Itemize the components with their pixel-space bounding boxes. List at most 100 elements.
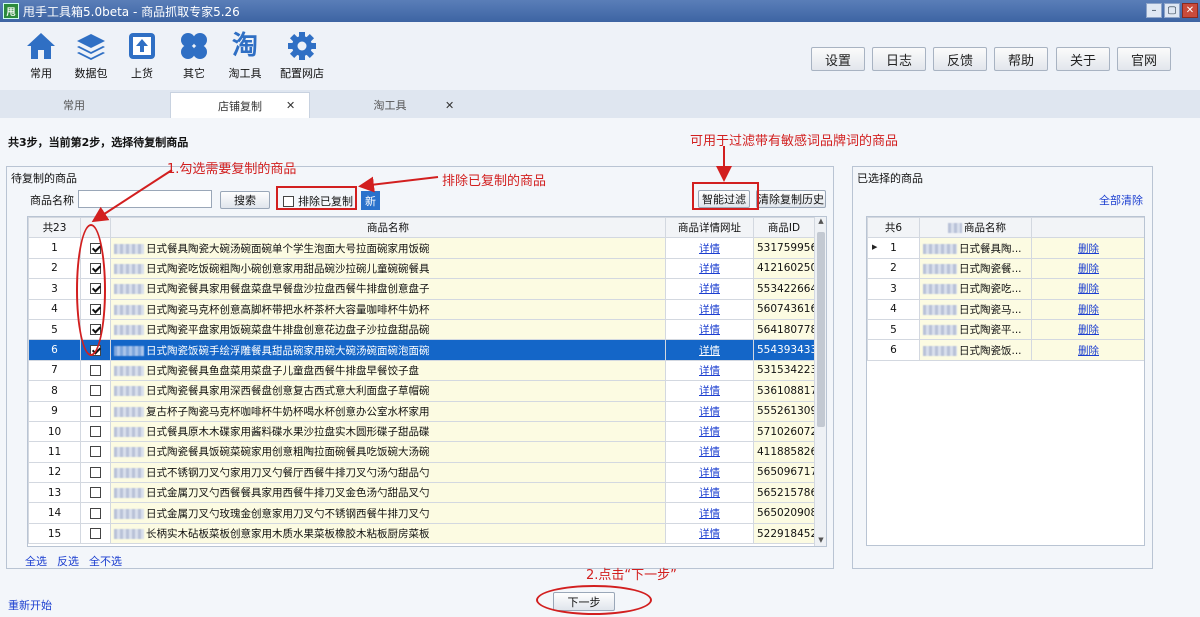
row-checkbox[interactable] bbox=[90, 466, 101, 478]
detail-link[interactable]: 详情 bbox=[699, 406, 720, 418]
close-window-button[interactable]: ✕ bbox=[1182, 3, 1198, 18]
about-button[interactable]: 关于 bbox=[1056, 47, 1110, 71]
delete-link[interactable]: 删除 bbox=[1078, 324, 1099, 336]
selected-name-cell: 日式陶瓷吃... bbox=[919, 278, 1032, 300]
selected-row[interactable]: 3 日式陶瓷吃... 删除 bbox=[867, 278, 1144, 300]
detail-link[interactable]: 详情 bbox=[699, 345, 720, 357]
invert-selection-link[interactable]: 反选 bbox=[57, 553, 79, 569]
detail-url-header[interactable]: 商品详情网址 bbox=[665, 217, 754, 239]
delete-link[interactable]: 删除 bbox=[1078, 283, 1099, 295]
product-id-header[interactable]: 商品ID bbox=[753, 217, 815, 239]
selected-row[interactable]: 4 日式陶瓷马... 删除 bbox=[867, 298, 1144, 320]
table-row[interactable]: 15 长柄实木砧板菜板创意家用木质水果菜板橡胶木粘板厨房菜板 详情 522918452… bbox=[28, 522, 815, 545]
selected-row[interactable]: 2 日式陶瓷餐... 删除 bbox=[867, 257, 1144, 280]
row-number: 4 bbox=[28, 298, 81, 320]
selected-name-header[interactable]: 商品名称 bbox=[919, 217, 1032, 239]
table-row[interactable]: 5 日式陶瓷平盘家用饭碗菜盘牛排盘创意花边盘子沙拉盘甜品碗 详情 5641807787… bbox=[28, 318, 815, 341]
row-checkbox[interactable] bbox=[90, 385, 101, 397]
maximize-button[interactable]: ▢ bbox=[1164, 3, 1180, 18]
table-row[interactable]: 12 日式不锈钢刀叉勺家用刀叉勺餐厅西餐牛排刀叉勺汤勺甜品勺 详情 565096717… bbox=[28, 461, 815, 484]
table-row[interactable]: 10 日式餐具原木木碟家用酱料碟水果沙拉盘实木圆形碟子甜品碟 详情 571026072… bbox=[28, 420, 815, 443]
toolbar-home-button[interactable]: 常用 bbox=[18, 30, 64, 81]
blurred-brand bbox=[114, 529, 144, 540]
row-checkbox[interactable] bbox=[90, 426, 101, 438]
product-name-cell: 日式陶瓷平盘家用饭碗菜盘牛排盘创意花边盘子沙拉盘甜品碗 bbox=[110, 318, 666, 341]
row-checkbox[interactable] bbox=[90, 507, 101, 519]
detail-link[interactable]: 详情 bbox=[699, 467, 720, 479]
table-row[interactable]: 9 复古杯子陶瓷马克杯咖啡杯牛奶杯喝水杯创意办公室水杯家用 详情 5552613095… bbox=[28, 400, 815, 422]
row-checkbox[interactable] bbox=[90, 364, 101, 376]
close-icon[interactable]: ✕ bbox=[286, 99, 295, 112]
detail-link[interactable]: 详情 bbox=[699, 426, 720, 438]
delete-link[interactable]: 删除 bbox=[1078, 243, 1099, 255]
feedback-button[interactable]: 反馈 bbox=[933, 47, 987, 71]
toolbar-config-shop-button[interactable]: 配置网店 bbox=[277, 30, 327, 81]
clear-all-link[interactable]: 全部清除 bbox=[1099, 192, 1143, 208]
detail-link[interactable]: 详情 bbox=[699, 487, 720, 499]
selected-row[interactable]: 5 日式陶瓷平... 删除 bbox=[867, 318, 1144, 341]
row-checkbox[interactable] bbox=[90, 405, 101, 417]
delete-link[interactable]: 删除 bbox=[1078, 263, 1099, 275]
annotation-exclude-rect bbox=[276, 186, 357, 210]
row-number: 7 bbox=[28, 359, 81, 382]
table-row[interactable]: 6 日式陶瓷饭碗手绘浮雕餐具甜品碗家用碗大碗汤碗面碗泡面碗 详情 5543934336… bbox=[28, 339, 815, 361]
toolbar-datapack-button[interactable]: 数据包 bbox=[68, 30, 114, 81]
detail-link[interactable]: 详情 bbox=[699, 304, 720, 316]
restart-link[interactable]: 重新开始 bbox=[8, 597, 52, 613]
table-row[interactable]: 3 日式陶瓷餐具家用餐盘菜盘早餐盘沙拉盘西餐牛排盘创意盘子 详情 5534226643… bbox=[28, 278, 815, 300]
app-logo-icon: 甩 bbox=[3, 3, 19, 19]
layers-icon bbox=[75, 30, 107, 62]
select-all-link[interactable]: 全选 bbox=[25, 553, 47, 569]
table-row[interactable]: 1 日式餐具陶瓷大碗汤碗面碗单个学生泡面大号拉面碗家用饭碗 详情 5317599566… bbox=[28, 237, 815, 259]
product-name-cell: 日式陶瓷餐具家用深西餐盘创意复古西式意大利面盘子草帽碗 bbox=[110, 380, 666, 402]
row-checkbox[interactable] bbox=[90, 446, 101, 458]
delete-link[interactable]: 删除 bbox=[1078, 304, 1099, 316]
selected-row[interactable]: 6 日式陶瓷饭... 删除 bbox=[867, 339, 1144, 361]
selected-row[interactable]: 1 ▶ 日式餐具陶... 删除 bbox=[867, 237, 1144, 259]
help-button[interactable]: 帮助 bbox=[994, 47, 1048, 71]
detail-link[interactable]: 详情 bbox=[699, 324, 720, 336]
row-checkbox[interactable] bbox=[90, 528, 101, 540]
blurred-brand bbox=[114, 447, 144, 458]
detail-link[interactable]: 详情 bbox=[699, 528, 720, 540]
product-name-header[interactable]: 商品名称 bbox=[110, 217, 666, 239]
table-row[interactable]: 7 日式陶瓷餐具鱼盘菜用菜盘子儿童盘西餐牛排盘早餐饺子盘 详情 53153422315… bbox=[28, 359, 815, 382]
search-input[interactable] bbox=[78, 190, 212, 208]
detail-link[interactable]: 详情 bbox=[699, 365, 720, 377]
settings-button[interactable]: 设置 bbox=[811, 47, 865, 71]
toolbar-taotool-button[interactable]: 淘 淘工具 bbox=[222, 30, 268, 81]
blurred-brand bbox=[114, 488, 144, 499]
table-row[interactable]: 8 日式陶瓷餐具家用深西餐盘创意复古西式意大利面盘子草帽碗 详情 5361088174… bbox=[28, 380, 815, 402]
detail-link[interactable]: 详情 bbox=[699, 508, 720, 520]
detail-link[interactable]: 详情 bbox=[699, 263, 720, 275]
clear-history-button[interactable]: 清除复制历史 bbox=[756, 190, 826, 208]
website-button[interactable]: 官网 bbox=[1117, 47, 1171, 71]
scroll-down-icon[interactable]: ▼ bbox=[815, 536, 826, 546]
pending-products-table: 共23 商品名称 商品详情网址 商品ID 1 日式餐具陶瓷大碗汤碗面碗单个学生泡面… bbox=[27, 216, 827, 547]
table-row[interactable]: 2 日式陶瓷吃饭碗粗陶小碗创意家用甜品碗沙拉碗儿童碗碗餐具 详情 4121602501… bbox=[28, 257, 815, 280]
detail-link[interactable]: 详情 bbox=[699, 446, 720, 458]
toolbar-upload-button[interactable]: 上货 bbox=[119, 30, 165, 81]
table-row[interactable]: 11 日式陶瓷餐具饭碗菜碗家用创意粗陶拉面碗餐具吃饭碗大汤碗 详情 411885826… bbox=[28, 441, 815, 463]
log-button[interactable]: 日志 bbox=[872, 47, 926, 71]
close-icon[interactable]: ✕ bbox=[445, 99, 454, 112]
minimize-button[interactable]: – bbox=[1146, 3, 1162, 18]
detail-link[interactable]: 详情 bbox=[699, 385, 720, 397]
row-number: 10 bbox=[28, 420, 81, 443]
select-none-link[interactable]: 全不选 bbox=[89, 553, 122, 569]
toolbar-other-button[interactable]: 其它 bbox=[171, 30, 217, 81]
table-row[interactable]: 4 日式陶瓷马克杯创意高脚杯带把水杯茶杯大容量咖啡杯牛奶杯 详情 5607436167… bbox=[28, 298, 815, 320]
tab-tao-tool[interactable]: 淘工具 bbox=[330, 92, 450, 118]
table-row[interactable]: 14 日式金属刀叉勺玫瑰金创意家用刀叉勺不锈钢西餐牛排刀叉勺 详情 565020908… bbox=[28, 502, 815, 524]
search-button[interactable]: 搜索 bbox=[220, 191, 270, 209]
scrollbar-thumb[interactable] bbox=[817, 232, 825, 427]
scroll-up-icon[interactable]: ▲ bbox=[815, 217, 826, 229]
row-checkbox[interactable] bbox=[90, 487, 101, 499]
table-scrollbar[interactable]: ▲ ▼ bbox=[814, 217, 826, 546]
selected-name-cell: 日式陶瓷马... bbox=[919, 298, 1032, 320]
detail-link[interactable]: 详情 bbox=[699, 283, 720, 295]
table-row[interactable]: 13 日式金属刀叉勺西餐餐具家用西餐牛排刀叉金色汤勺甜品叉勺 详情 565215786… bbox=[28, 482, 815, 504]
delete-link[interactable]: 删除 bbox=[1078, 345, 1099, 357]
detail-link[interactable]: 详情 bbox=[699, 243, 720, 255]
tab-common[interactable]: 常用 bbox=[14, 92, 134, 118]
